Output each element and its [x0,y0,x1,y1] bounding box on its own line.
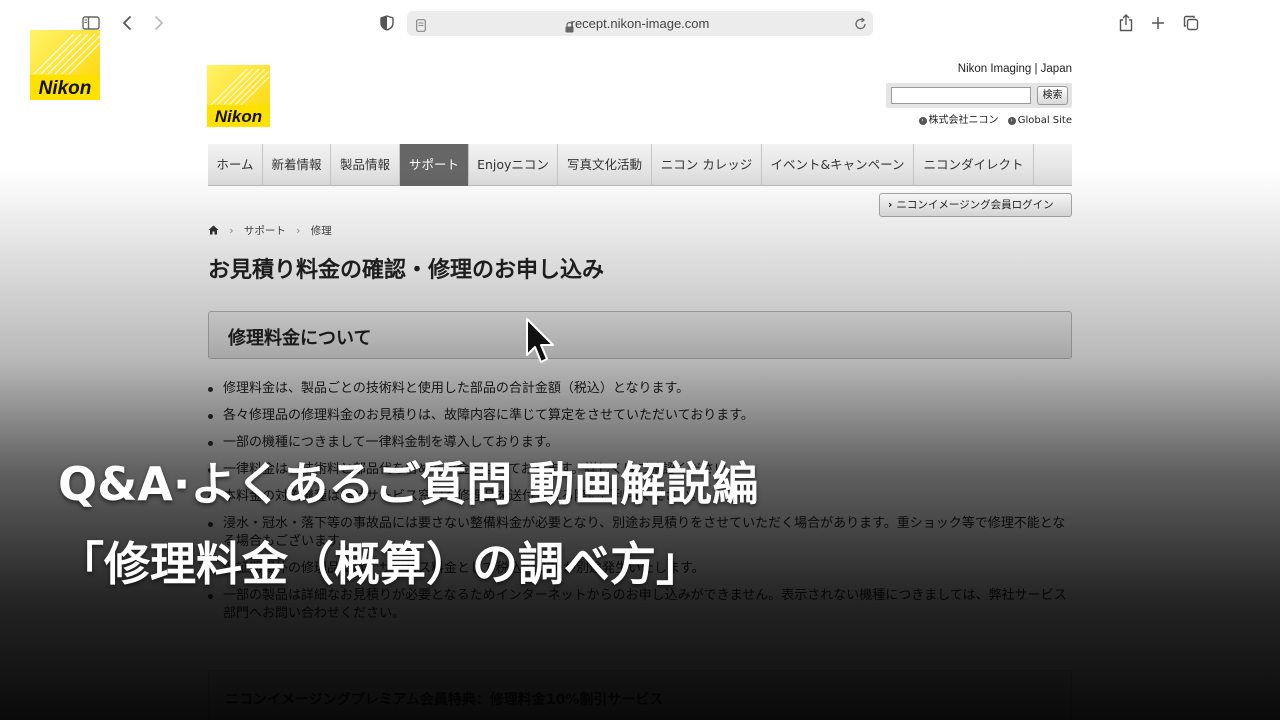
nav-item-home[interactable]: ホーム [208,144,263,186]
nav-item-direct[interactable]: ニコンダイレクト [914,144,1034,186]
browser-toolbar: recept.nikon-image.com [0,0,1280,46]
site-label[interactable]: Nikon Imaging | Japan [880,63,1072,75]
corp-link-label: 株式会社ニコン [928,115,999,126]
breadcrumb-repair[interactable]: 修理 [311,225,332,237]
corner-logo-text: Nikon [39,78,92,99]
new-tab-icon[interactable] [1147,12,1169,34]
breadcrumb-separator: › [296,225,301,237]
chevron-right-icon: › [888,199,893,211]
global-site-link[interactable]: › Global Site [1007,115,1072,126]
premium-member-box: ニコンイメージングプレミアム会員特典：修理料金10%割引サービス [208,670,1072,720]
section-title: 修理料金について [228,328,372,349]
breadcrumb: › サポート › 修理 [208,223,332,238]
logo-text: Nikon [215,107,262,126]
nikon-logo[interactable]: Nikon [207,65,270,127]
reload-icon[interactable] [854,16,867,35]
nav-item-products[interactable]: 製品情報 [331,144,400,186]
shield-icon[interactable] [376,12,398,34]
video-caption-line1: Q&A·よくあるご質問 動画解説編 [58,457,759,511]
address-bar[interactable]: recept.nikon-image.com [407,11,873,36]
arrow-circle-icon: › [918,117,927,125]
search-form: 検索 [886,83,1072,108]
nav-item-events[interactable]: イベント&キャンペーン [762,144,914,186]
nav-item-support[interactable]: サポート [400,144,469,186]
nav-item-culture[interactable]: 写真文化活動 [558,144,652,186]
arrow-circle-icon: › [1007,117,1016,125]
list-item: 修理料金は、製品ごとの技術料と使用した部品の合計金額（税込）となります。 [208,380,1072,398]
premium-member-title: ニコンイメージングプレミアム会員特典：修理料金10%割引サービス [225,692,664,708]
search-input[interactable] [891,87,1031,104]
corporate-links: › 株式会社ニコン › Global Site [880,111,1072,126]
member-login-label: ニコンイメージング会員ログイン [896,199,1054,211]
section-heading: 修理料金について [208,311,1072,359]
tabs-icon[interactable] [1180,12,1202,34]
global-link-label: Global Site [1017,115,1072,126]
mouse-cursor-icon [524,317,558,367]
nav-item-college[interactable]: ニコン カレッジ [652,144,762,186]
search-button[interactable]: 検索 [1037,86,1068,105]
member-login-button[interactable]: › ニコンイメージング会員ログイン [879,193,1072,217]
nav-item-news[interactable]: 新着情報 [263,144,331,186]
url-text[interactable]: recept.nikon-image.com [407,11,873,36]
video-caption-line2: 「修理料金（概算）の調べ方」 [58,537,702,591]
share-icon[interactable] [1115,12,1137,34]
nav-item-enjoy[interactable]: Enjoyニコン [469,144,558,186]
nikon-corner-logo: Nikon [30,30,101,100]
breadcrumb-support[interactable]: サポート [244,225,286,237]
forward-icon[interactable] [148,12,170,34]
list-item: 各々修理品の修理料金のお見積りは、故障内容に準じて算定をさせていただいております… [208,407,1072,425]
back-icon[interactable] [116,12,138,34]
breadcrumb-separator: › [229,225,234,237]
home-icon[interactable] [208,225,219,238]
page-title: お見積り料金の確認・修理のお申し込み [208,258,605,283]
corp-link[interactable]: › 株式会社ニコン [918,115,999,126]
global-nav: ホーム 新着情報 製品情報 サポート Enjoyニコン 写真文化活動 ニコン カ… [208,144,1072,186]
